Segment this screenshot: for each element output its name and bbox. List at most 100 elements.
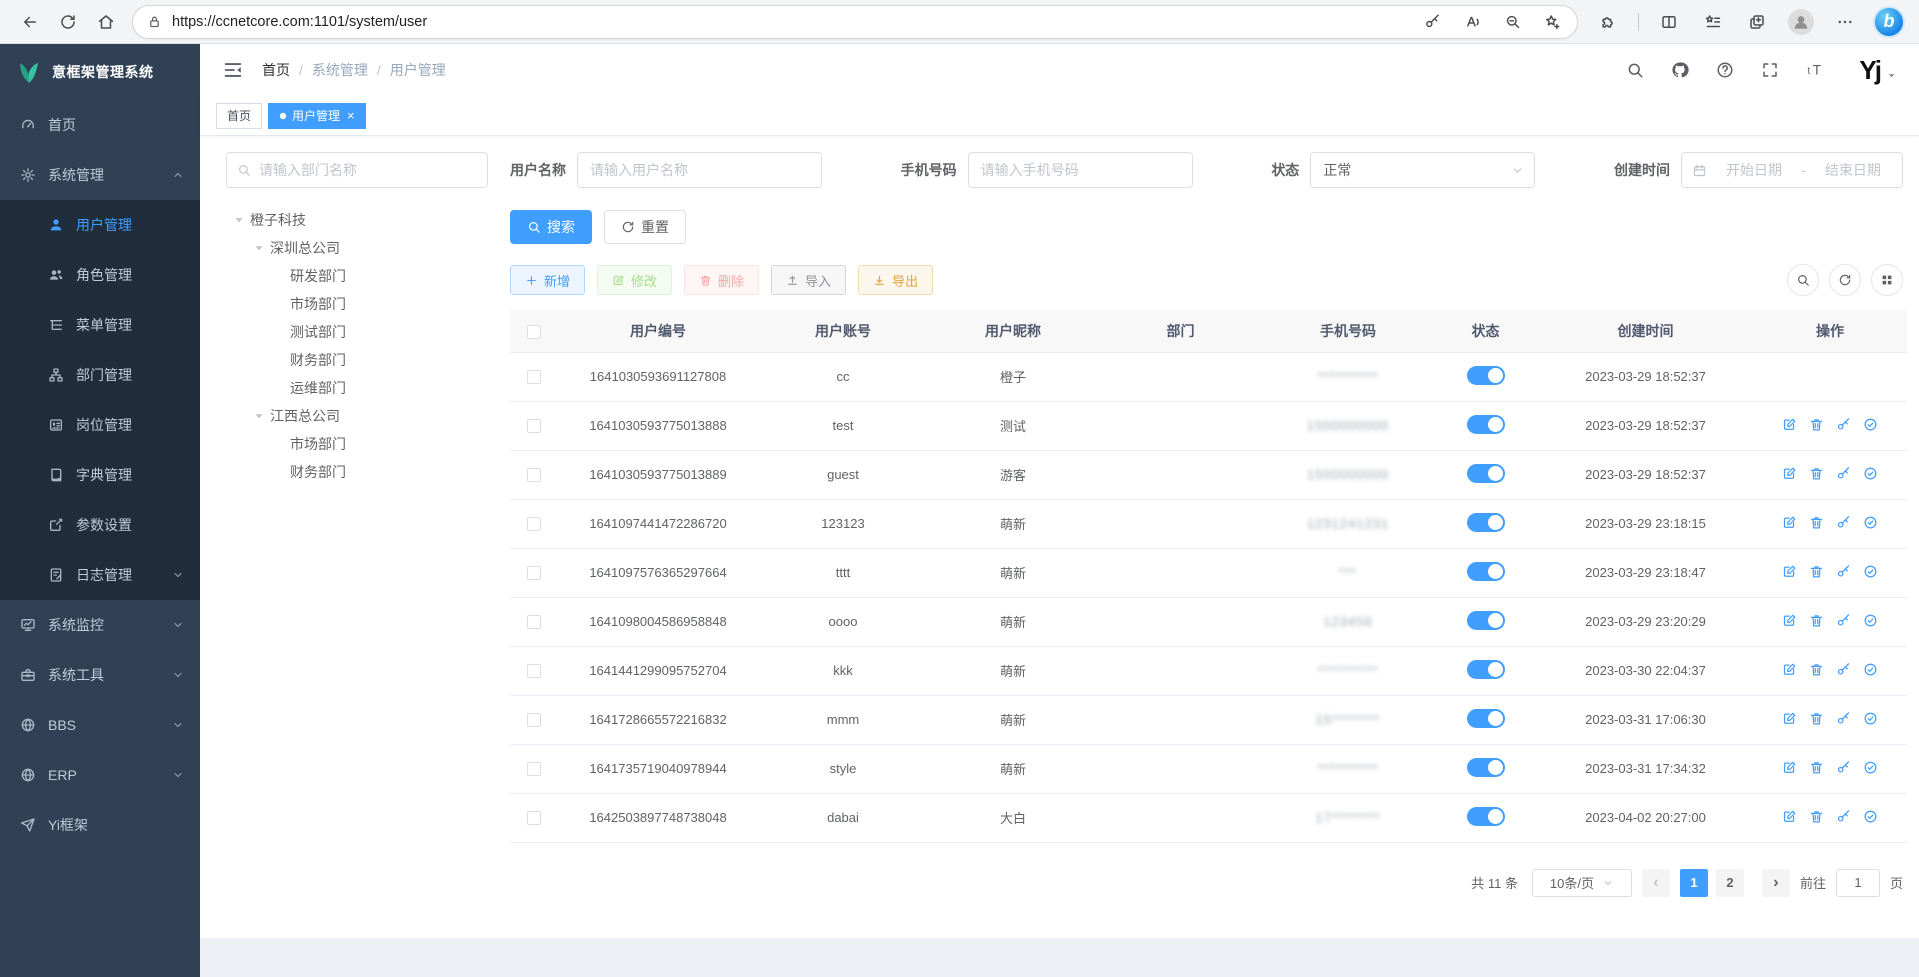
- sidebar-item-部门管理[interactable]: 部门管理: [0, 350, 200, 400]
- row-check-circle-icon[interactable]: [1863, 564, 1878, 579]
- reset-button[interactable]: 重置: [604, 210, 686, 244]
- date-end-placeholder[interactable]: 结束日期: [1814, 160, 1892, 180]
- row-edit-icon[interactable]: [1782, 760, 1797, 775]
- browser-back-button[interactable]: [12, 5, 48, 39]
- grid-tool-button[interactable]: [1871, 264, 1903, 296]
- row-delete-icon[interactable]: [1809, 417, 1824, 432]
- status-toggle[interactable]: [1467, 660, 1505, 679]
- row-delete-icon[interactable]: [1809, 809, 1824, 824]
- close-icon[interactable]: ×: [347, 109, 355, 122]
- sidebar-item-岗位管理[interactable]: 岗位管理: [0, 400, 200, 450]
- favorite-button[interactable]: [1537, 8, 1567, 36]
- hamburger-icon[interactable]: [222, 59, 244, 81]
- page-button-1[interactable]: 1: [1680, 869, 1708, 897]
- sidebar-item-系统工具[interactable]: 系统工具: [0, 650, 200, 700]
- row-key-icon[interactable]: [1836, 760, 1851, 775]
- phone-input[interactable]: [968, 152, 1193, 188]
- row-delete-icon[interactable]: [1809, 711, 1824, 726]
- row-check-circle-icon[interactable]: [1863, 711, 1878, 726]
- row-edit-icon[interactable]: [1782, 417, 1797, 432]
- status-toggle[interactable]: [1467, 758, 1505, 777]
- row-delete-icon[interactable]: [1809, 613, 1824, 628]
- tree-node-运维部门[interactable]: 运维部门: [226, 374, 488, 402]
- browser-home-button[interactable]: [88, 5, 124, 39]
- row-check-circle-icon[interactable]: [1863, 613, 1878, 628]
- tree-node-市场部门[interactable]: 市场部门: [226, 290, 488, 318]
- select-all-checkbox[interactable]: [527, 325, 541, 339]
- row-edit-icon[interactable]: [1782, 809, 1797, 824]
- status-toggle[interactable]: [1467, 513, 1505, 532]
- row-checkbox[interactable]: [527, 517, 541, 531]
- row-checkbox[interactable]: [527, 468, 541, 482]
- row-edit-icon[interactable]: [1782, 662, 1797, 677]
- browser-refresh-button[interactable]: [50, 5, 86, 39]
- search-button[interactable]: 搜索: [510, 210, 592, 244]
- row-checkbox[interactable]: [527, 615, 541, 629]
- export-button[interactable]: 导出: [858, 265, 933, 295]
- row-check-circle-icon[interactable]: [1863, 809, 1878, 824]
- status-toggle[interactable]: [1467, 464, 1505, 483]
- row-checkbox[interactable]: [527, 419, 541, 433]
- row-checkbox[interactable]: [527, 713, 541, 727]
- page-size-select[interactable]: 10条/页: [1532, 869, 1632, 897]
- row-checkbox[interactable]: [527, 762, 541, 776]
- status-select[interactable]: 正常: [1310, 152, 1535, 188]
- tree-node-橙子科技[interactable]: 橙子科技: [226, 206, 488, 234]
- prev-page-button[interactable]: ‹: [1642, 869, 1670, 897]
- row-delete-icon[interactable]: [1809, 564, 1824, 579]
- date-range-picker[interactable]: 开始日期 - 结束日期: [1681, 152, 1903, 188]
- row-check-circle-icon[interactable]: [1863, 662, 1878, 677]
- row-check-circle-icon[interactable]: [1863, 515, 1878, 530]
- username-input[interactable]: [577, 152, 822, 188]
- sidebar-item-角色管理[interactable]: 角色管理: [0, 250, 200, 300]
- row-check-circle-icon[interactable]: [1863, 417, 1878, 432]
- status-toggle[interactable]: [1467, 807, 1505, 826]
- row-delete-icon[interactable]: [1809, 515, 1824, 530]
- row-key-icon[interactable]: [1836, 564, 1851, 579]
- row-delete-icon[interactable]: [1809, 662, 1824, 677]
- row-delete-icon[interactable]: [1809, 760, 1824, 775]
- row-key-icon[interactable]: [1836, 466, 1851, 481]
- row-checkbox[interactable]: [527, 811, 541, 825]
- row-key-icon[interactable]: [1836, 613, 1851, 628]
- row-checkbox[interactable]: [527, 370, 541, 384]
- tree-node-财务部门[interactable]: 财务部门: [226, 458, 488, 486]
- lock-icon[interactable]: [147, 14, 162, 29]
- sidebar-item-字典管理[interactable]: 字典管理: [0, 450, 200, 500]
- row-checkbox[interactable]: [527, 566, 541, 580]
- row-edit-icon[interactable]: [1782, 515, 1797, 530]
- tree-node-深圳总公司[interactable]: 深圳总公司: [226, 234, 488, 262]
- row-edit-icon[interactable]: [1782, 711, 1797, 726]
- extensions-button[interactable]: [1590, 5, 1626, 39]
- sidebar-item-系统管理[interactable]: 系统管理: [0, 150, 200, 200]
- tree-node-江西总公司[interactable]: 江西总公司: [226, 402, 488, 430]
- row-edit-icon[interactable]: [1782, 613, 1797, 628]
- sidebar-item-系统监控[interactable]: 系统监控: [0, 600, 200, 650]
- status-toggle[interactable]: [1467, 562, 1505, 581]
- breadcrumb-system[interactable]: 系统管理: [312, 60, 368, 80]
- status-toggle[interactable]: [1467, 611, 1505, 630]
- status-toggle[interactable]: [1467, 415, 1505, 434]
- status-toggle[interactable]: [1467, 366, 1505, 385]
- search-tool-button[interactable]: [1787, 264, 1819, 296]
- breadcrumb-home[interactable]: 首页: [262, 60, 290, 80]
- sidebar-item-日志管理[interactable]: 日志管理: [0, 550, 200, 600]
- sidebar-item-参数设置[interactable]: 参数设置: [0, 500, 200, 550]
- tag-user-management[interactable]: 用户管理 ×: [268, 103, 366, 129]
- row-edit-icon[interactable]: [1782, 466, 1797, 481]
- row-key-icon[interactable]: [1836, 809, 1851, 824]
- bing-chat-button[interactable]: b: [1871, 5, 1907, 39]
- user-avatar-logo[interactable]: Yj: [1859, 57, 1897, 83]
- row-check-circle-icon[interactable]: [1863, 466, 1878, 481]
- tree-node-研发部门[interactable]: 研发部门: [226, 262, 488, 290]
- next-page-button[interactable]: ›: [1762, 869, 1790, 897]
- zoom-out-button[interactable]: [1497, 8, 1527, 36]
- date-start-placeholder[interactable]: 开始日期: [1715, 160, 1793, 180]
- tree-node-测试部门[interactable]: 测试部门: [226, 318, 488, 346]
- row-key-icon[interactable]: [1836, 515, 1851, 530]
- delete-button[interactable]: 删除: [684, 265, 759, 295]
- url-text[interactable]: https://ccnetcore.com:1101/system/user: [172, 14, 427, 30]
- profile-button[interactable]: [1783, 5, 1819, 39]
- refresh-tool-button[interactable]: [1829, 264, 1861, 296]
- row-key-icon[interactable]: [1836, 417, 1851, 432]
